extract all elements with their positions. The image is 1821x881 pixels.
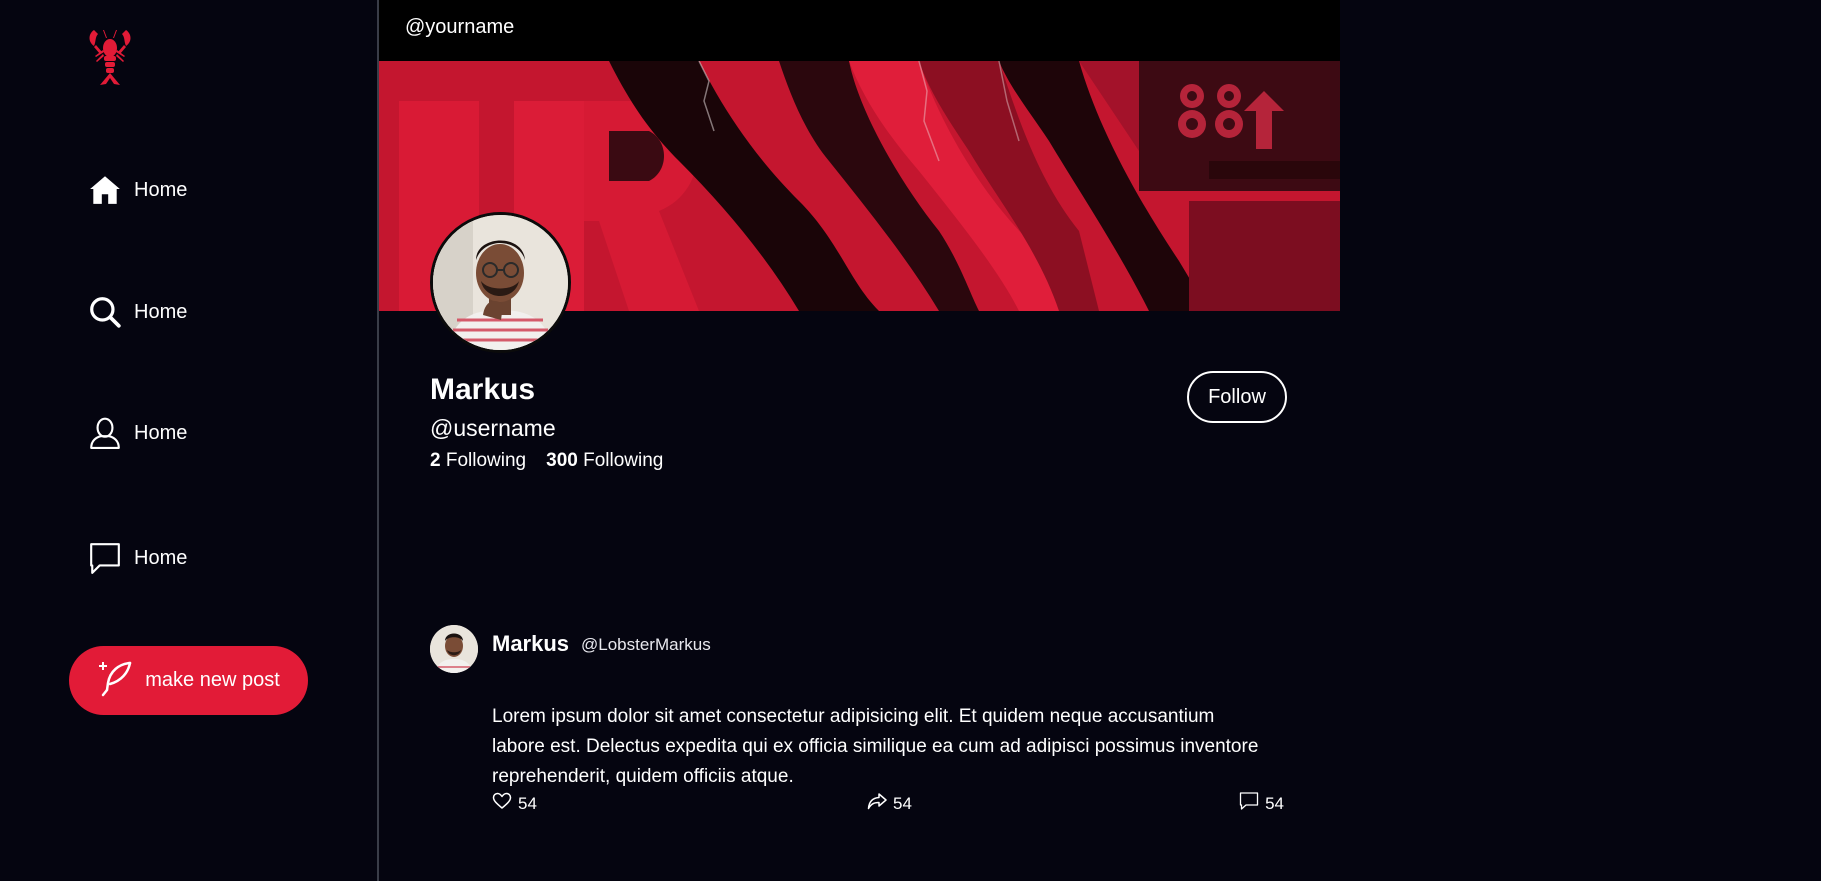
share-icon [867,791,887,816]
search-icon [88,295,122,329]
lobster-logo-icon[interactable] [86,28,134,88]
comment-button[interactable]: 54 [1239,791,1284,816]
follow-button[interactable]: Follow [1187,371,1287,423]
home-icon [88,173,122,207]
sidebar-item-profile[interactable]: Home [88,416,187,450]
share-count: 54 [893,793,912,813]
post-actions: 54 54 54 [492,791,1284,815]
sidebar-item-label: Home [134,178,188,201]
followers-stat[interactable]: 300 Following [546,450,663,472]
sidebar-item-label: Home [134,300,188,323]
top-bar: @yourname [379,0,1340,61]
message-icon [88,541,122,575]
comment-count: 54 [1265,793,1284,813]
make-new-post-label: make new post [145,669,280,691]
profile-handle: @username [430,415,556,441]
profile-column: @yourname Markus @username 2 Following 3… [379,0,1340,881]
sidebar-item-search[interactable]: Home [88,295,187,329]
sidebar-item-label: Home [134,546,188,569]
user-icon [88,416,122,450]
page: Home Home Home Home make new post @yourn… [0,0,1821,881]
post-author-avatar[interactable] [430,625,478,673]
make-new-post-button[interactable]: make new post [69,646,308,715]
following-label: Following [445,450,527,471]
sidebar-item-label: Home [134,421,188,444]
followers-label: Following [583,450,664,471]
current-user-handle: @yourname [405,16,515,38]
post-author-handle[interactable]: @LobsterMarkus [581,635,711,655]
sidebar: Home Home Home Home make new post [0,0,379,881]
post-body: Lorem ipsum dolor sit amet consectetur a… [492,706,1259,787]
feather-icon [97,659,135,703]
like-button[interactable]: 54 [492,791,537,816]
sidebar-item-messages[interactable]: Home [88,541,187,575]
following-count: 2 [430,450,441,471]
following-stat[interactable]: 2 Following [430,450,526,472]
profile-avatar[interactable] [430,212,571,353]
profile-stats: 2 Following 300 Following [430,450,663,472]
share-button[interactable]: 54 [867,791,912,816]
followers-count: 300 [546,450,578,471]
sidebar-item-home[interactable]: Home [88,173,187,207]
like-count: 54 [518,793,537,813]
post-author-name[interactable]: Markus [492,631,569,657]
profile-display-name: Markus [430,373,536,406]
comment-icon [1239,791,1259,816]
heart-icon [492,791,512,816]
